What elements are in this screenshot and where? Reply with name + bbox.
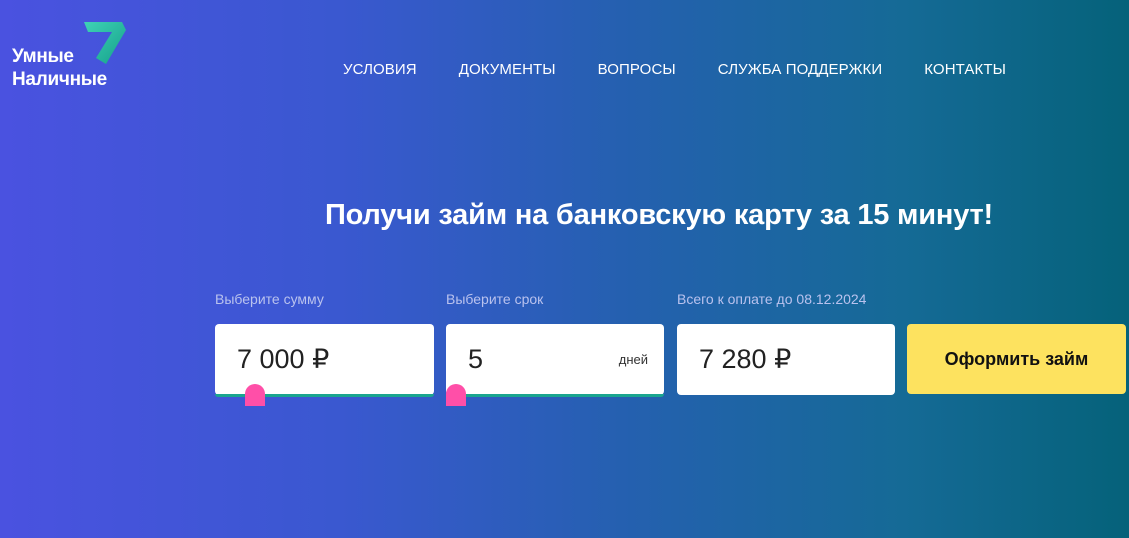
total-field: 7 280 ₽	[677, 324, 895, 395]
term-slider-track[interactable]	[446, 394, 664, 397]
nav-item-questions[interactable]: ВОПРОСЫ	[598, 61, 676, 78]
total-value: 7 280 ₽	[699, 344, 792, 374]
term-value: 5	[468, 344, 484, 374]
amount-value: 7 000 ₽	[237, 344, 330, 374]
term-field[interactable]: 5 дней	[446, 324, 664, 406]
term-label: Выберите срок	[446, 291, 544, 307]
term-unit: дней	[618, 352, 648, 367]
amount-label: Выберите сумму	[215, 291, 324, 307]
main-nav: УСЛОВИЯ ДОКУМЕНТЫ ВОПРОСЫ СЛУЖБА ПОДДЕРЖ…	[343, 61, 1006, 78]
nav-item-documents[interactable]: ДОКУМЕНТЫ	[459, 61, 556, 78]
hero-headline: Получи займ на банковскую карту за 15 ми…	[325, 199, 993, 231]
brand-name: Умные Наличные	[12, 45, 107, 91]
apply-loan-button[interactable]: Оформить займ	[907, 324, 1126, 394]
nav-item-conditions[interactable]: УСЛОВИЯ	[343, 61, 417, 78]
nav-item-support[interactable]: СЛУЖБА ПОДДЕРЖКИ	[718, 61, 883, 78]
brand-line-1: Умные	[12, 46, 74, 67]
amount-slider-handle[interactable]	[245, 384, 265, 406]
brand-line-2: Наличные	[12, 69, 107, 90]
amount-field[interactable]: 7 000 ₽	[215, 324, 434, 406]
term-slider-handle[interactable]	[446, 384, 466, 406]
total-label: Всего к оплате до 08.12.2024	[677, 291, 867, 307]
nav-item-contacts[interactable]: КОНТАКТЫ	[924, 61, 1006, 78]
brand-logo[interactable]: Умные Наличные	[12, 20, 132, 100]
